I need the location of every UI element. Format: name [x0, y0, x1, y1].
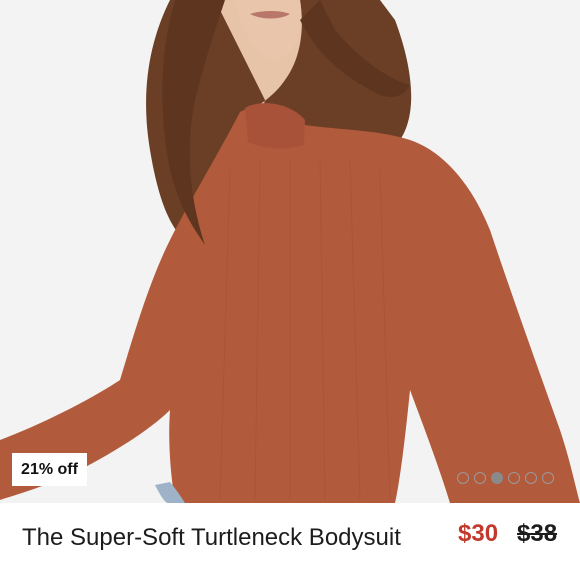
- product-info: The Super-Soft Turtleneck Bodysuit $30 $…: [0, 503, 580, 580]
- carousel-dot-icon[interactable]: [542, 472, 554, 484]
- product-image[interactable]: 21% off: [0, 0, 580, 503]
- sale-price: $30: [458, 520, 499, 547]
- carousel-dots[interactable]: [457, 472, 554, 484]
- carousel-dot-icon[interactable]: [508, 472, 520, 484]
- product-photo-illustration: [0, 0, 580, 503]
- carousel-dot-icon[interactable]: [457, 472, 469, 484]
- discount-badge: 21% off: [12, 453, 87, 486]
- original-price: $38: [517, 520, 558, 547]
- product-title[interactable]: The Super-Soft Turtleneck Bodysuit: [22, 519, 422, 557]
- carousel-dot-icon[interactable]: [474, 472, 486, 484]
- carousel-dot-icon[interactable]: [525, 472, 537, 484]
- carousel-dot-active-icon[interactable]: [491, 472, 503, 484]
